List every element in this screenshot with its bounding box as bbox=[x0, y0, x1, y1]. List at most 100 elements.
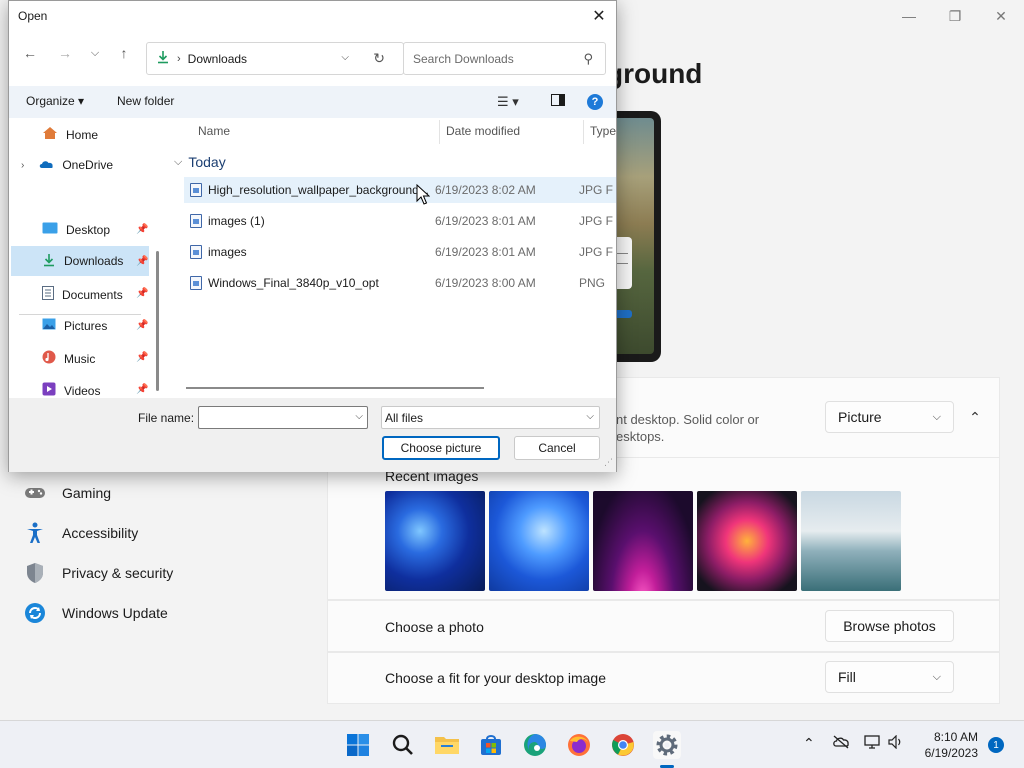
nav-item-onedrive[interactable]: › OneDrive bbox=[21, 158, 113, 172]
nav-pane-scrollbar[interactable] bbox=[156, 251, 159, 391]
column-divider[interactable] bbox=[583, 120, 584, 144]
file-type: PNG bbox=[579, 276, 606, 290]
organize-button[interactable]: Organize ▾ bbox=[26, 94, 84, 108]
settings-icon[interactable] bbox=[653, 731, 681, 759]
column-header-date-modified[interactable]: Date modified bbox=[446, 124, 520, 138]
recent-image-thumbnail[interactable] bbox=[593, 491, 693, 591]
new-folder-button[interactable]: New folder bbox=[117, 94, 174, 108]
system-clock[interactable]: 8:10 AM 6/19/2023 bbox=[918, 729, 978, 761]
image-file-icon bbox=[190, 183, 202, 197]
view-options-icon[interactable]: ☰ ▾ bbox=[497, 94, 519, 110]
file-row[interactable]: images 6/19/2023 8:01 AM JPG F bbox=[184, 239, 616, 265]
group-header-today[interactable]: ⌵ Today bbox=[174, 154, 226, 170]
firefox-icon[interactable] bbox=[565, 731, 593, 759]
forward-arrow-icon[interactable]: → bbox=[54, 45, 76, 61]
column-divider[interactable] bbox=[439, 120, 440, 144]
preview-pane-icon[interactable] bbox=[551, 94, 565, 109]
file-row[interactable]: Windows_Final_3840p_v10_opt 6/19/2023 8:… bbox=[184, 270, 616, 296]
shield-icon bbox=[24, 562, 46, 584]
home-icon bbox=[42, 126, 58, 143]
chrome-icon[interactable] bbox=[609, 731, 637, 759]
open-file-dialog: Open ✕ ← → ⌵ ↑ › Downloads ⌵ ↻ Search Do… bbox=[8, 0, 617, 472]
minimize-button[interactable]: — bbox=[886, 0, 932, 32]
nav-item-label: Desktop bbox=[66, 222, 111, 237]
chevron-up-icon[interactable]: ⌃ bbox=[962, 401, 988, 433]
search-icon: ⚲ bbox=[583, 51, 593, 66]
command-bar bbox=[9, 86, 616, 118]
notification-badge[interactable]: 1 bbox=[988, 737, 1004, 753]
search-icon[interactable] bbox=[389, 731, 417, 759]
choose-photo-label: Choose a photo bbox=[385, 619, 484, 635]
mouse-cursor-icon bbox=[416, 184, 430, 205]
chevron-up-icon[interactable]: ⌃ bbox=[803, 735, 815, 752]
fit-value: Fill bbox=[838, 669, 856, 685]
file-list-scrollbar[interactable] bbox=[186, 387, 484, 389]
background-description-line: nt desktop. Solid color or bbox=[616, 412, 760, 427]
back-arrow-icon[interactable]: ← bbox=[19, 45, 41, 61]
search-placeholder: Search Downloads bbox=[413, 51, 514, 66]
nav-item-downloads[interactable]: Downloads bbox=[11, 246, 149, 276]
network-icon[interactable] bbox=[864, 735, 882, 752]
file-type: JPG F bbox=[579, 214, 614, 228]
group-label: Today bbox=[188, 154, 226, 170]
background-type-dropdown[interactable]: Picture ⌵ bbox=[825, 401, 954, 433]
chevron-down-icon[interactable]: ⌵ bbox=[355, 411, 363, 422]
nav-item-documents[interactable]: Documents bbox=[42, 286, 123, 303]
gamepad-icon bbox=[24, 482, 46, 504]
browse-photos-button[interactable]: Browse photos bbox=[825, 610, 954, 642]
column-header-type[interactable]: Type bbox=[590, 124, 616, 138]
chevron-down-icon[interactable]: ⌵ bbox=[341, 52, 349, 63]
chevron-down-icon: ⌵ bbox=[932, 670, 941, 683]
help-icon[interactable]: ? bbox=[587, 94, 603, 110]
nav-item-label: Videos bbox=[64, 383, 101, 398]
recent-image-thumbnail[interactable] bbox=[801, 491, 901, 591]
refresh-icon[interactable]: ↻ bbox=[373, 50, 385, 67]
nav-item-desktop[interactable]: Desktop bbox=[42, 222, 110, 237]
cancel-button[interactable]: Cancel bbox=[514, 436, 600, 460]
pin-icon: 📌 bbox=[136, 320, 149, 331]
chevron-right-icon[interactable]: › bbox=[21, 160, 24, 171]
sidebar-item-label: Privacy & security bbox=[62, 565, 174, 581]
accessibility-icon bbox=[24, 522, 46, 544]
file-explorer-icon[interactable] bbox=[433, 731, 461, 759]
file-type: JPG F bbox=[579, 183, 614, 197]
nav-divider bbox=[19, 314, 141, 315]
nav-item-label: Downloads bbox=[64, 254, 124, 268]
search-input[interactable]: Search Downloads ⚲ bbox=[403, 42, 606, 75]
close-button[interactable]: ✕ bbox=[978, 0, 1024, 32]
recent-image-thumbnail[interactable] bbox=[385, 491, 485, 591]
choose-picture-button[interactable]: Choose picture bbox=[382, 436, 500, 460]
maximize-button[interactable]: ❐ bbox=[932, 0, 978, 32]
onedrive-offline-icon[interactable] bbox=[832, 735, 850, 752]
store-icon[interactable] bbox=[477, 731, 505, 759]
sidebar-item-accessibility[interactable]: Accessibility bbox=[24, 522, 138, 544]
up-arrow-icon[interactable]: ↑ bbox=[113, 45, 135, 61]
image-file-icon bbox=[190, 276, 202, 290]
nav-item-home[interactable]: Home bbox=[42, 126, 98, 143]
sidebar-item-windows-update[interactable]: Windows Update bbox=[24, 602, 168, 624]
recent-image-thumbnail[interactable] bbox=[489, 491, 589, 591]
taskbar: ⌃ 8:10 AM 6/19/2023 1 bbox=[0, 720, 1024, 768]
file-type-select[interactable]: All files ⌵ bbox=[381, 406, 600, 429]
nav-item-videos[interactable]: Videos bbox=[42, 382, 100, 398]
volume-icon[interactable] bbox=[888, 734, 904, 752]
breadcrumb-current[interactable]: Downloads bbox=[188, 52, 247, 66]
address-bar[interactable]: › Downloads ⌵ ↻ bbox=[146, 42, 404, 75]
file-name-input[interactable]: ⌵ bbox=[198, 406, 368, 429]
edge-icon[interactable] bbox=[521, 731, 549, 759]
fit-dropdown[interactable]: Fill ⌵ bbox=[825, 661, 954, 693]
sidebar-item-privacy[interactable]: Privacy & security bbox=[24, 562, 173, 584]
resize-grip-icon[interactable]: ⋰ bbox=[604, 457, 613, 468]
nav-item-music[interactable]: Music bbox=[42, 350, 95, 367]
recent-image-thumbnail[interactable] bbox=[697, 491, 797, 591]
sidebar-item-gaming[interactable]: Gaming bbox=[24, 482, 111, 504]
recent-locations-chevron-icon[interactable]: ⌵ bbox=[84, 47, 106, 60]
start-icon[interactable] bbox=[344, 731, 372, 759]
dialog-title: Open bbox=[18, 9, 48, 23]
dialog-close-button[interactable]: ✕ bbox=[586, 3, 612, 29]
file-row[interactable]: High_resolution_wallpaper_background... … bbox=[184, 177, 616, 203]
column-header-name[interactable]: Name bbox=[198, 124, 230, 138]
downloads-icon bbox=[42, 253, 56, 270]
nav-item-pictures[interactable]: Pictures bbox=[42, 318, 107, 333]
file-row[interactable]: images (1) 6/19/2023 8:01 AM JPG F bbox=[184, 208, 616, 234]
